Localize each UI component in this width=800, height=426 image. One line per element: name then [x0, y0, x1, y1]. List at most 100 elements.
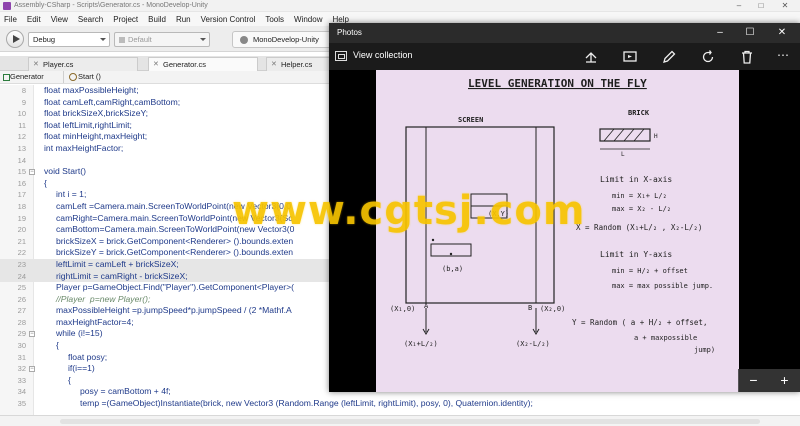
tab-generator[interactable]: ✕ Generator.cs [148, 57, 258, 71]
line-number: 16 [17, 178, 26, 188]
close-tab-icon[interactable]: ✕ [271, 58, 277, 71]
line-number: 28 [17, 317, 26, 327]
line-number: 12 [17, 132, 26, 142]
line-number: 14 [17, 155, 26, 165]
code-line[interactable]: 12 float minHeight,maxHeight; [0, 131, 330, 143]
code-line[interactable]: 18 camLeft =Camera.main.ScreenToWorldPoin… [0, 201, 330, 213]
menu-project[interactable]: Project [113, 15, 138, 24]
view-collection-button[interactable]: View collection [353, 50, 412, 60]
menu-run[interactable]: Run [176, 15, 191, 24]
minimize-icon[interactable]: – [730, 0, 748, 12]
breadcrumb-class[interactable]: Generator [2, 71, 64, 83]
share-icon[interactable] [583, 49, 599, 65]
line-number: 26 [17, 294, 26, 304]
tab-helper[interactable]: ✕ Helper.cs [266, 57, 330, 71]
menu-edit[interactable]: Edit [27, 15, 41, 24]
menu-tools[interactable]: Tools [265, 15, 284, 24]
code-line[interactable]: 9 float camLeft,camRight,camBottom; [0, 97, 330, 109]
brick-h-label: H [654, 133, 658, 140]
close-tab-icon[interactable]: ✕ [33, 58, 39, 71]
configuration-value: Debug [33, 35, 56, 44]
menu-build[interactable]: Build [148, 15, 166, 24]
close-tab-icon[interactable]: ✕ [153, 58, 159, 71]
code-line[interactable]: 23 leftLimit = camLeft + brickSizeX; [0, 258, 330, 271]
window-title: Assembly-CSharp - Scripts\Generator.cs -… [14, 2, 208, 9]
maximize-icon[interactable]: □ [752, 0, 770, 12]
code-text: while (i!=15) [56, 328, 103, 339]
tab-label: Helper.cs [281, 60, 313, 69]
platform-select[interactable]: Default [114, 32, 210, 47]
platform-icon [119, 37, 125, 44]
ba-label: (b,a) [442, 265, 463, 273]
code-text: brickSizeY = brick.GetComponent<Renderer… [56, 247, 294, 258]
code-text: int i = 1; [56, 189, 87, 200]
code-line[interactable]: 25 Player p=GameObject.Find("Player").Get… [0, 282, 330, 294]
line-number: 11 [18, 120, 26, 130]
close-icon[interactable]: ✕ [767, 23, 797, 43]
code-line[interactable]: 28 maxHeightFactor=4; [0, 317, 330, 329]
photo-viewer[interactable]: LEVEL GENERATION ON THE FLY SCREEN (X,Y)… [329, 70, 800, 392]
rotate-icon[interactable] [700, 49, 716, 65]
code-line[interactable]: 33 { [0, 375, 330, 387]
configuration-select[interactable]: Debug [28, 32, 110, 47]
code-line[interactable]: 20 camBottom=Camera.main.ScreenToWorldPoi… [0, 224, 330, 236]
fold-toggle-icon[interactable]: − [29, 169, 35, 176]
run-button[interactable] [6, 30, 24, 48]
code-line[interactable]: 13 int maxHeightFactor; [0, 143, 330, 155]
code-editor[interactable]: 8 float maxPossibleHeight; 9 float camLeft,… [0, 85, 533, 415]
code-line[interactable]: 26 //Player p=new Player(); [0, 294, 330, 306]
edit-icon[interactable] [661, 49, 677, 65]
minimize-icon[interactable]: – [705, 23, 735, 43]
code-line[interactable]: 16 { [0, 178, 330, 190]
code-line[interactable]: 27 maxPossibleHeight =p.jumpSpeed*p.jumpS… [0, 305, 330, 317]
code-line[interactable]: 35 temp =(GameObject)Instantiate(brick, n… [0, 398, 533, 410]
menu-file[interactable]: File [4, 15, 17, 24]
code-line[interactable]: 32− if(i==1) [0, 363, 330, 375]
fold-toggle-icon[interactable]: − [29, 366, 35, 373]
close-icon[interactable]: ✕ [776, 0, 794, 12]
brick-upper [470, 193, 508, 207]
line-number: 18 [17, 201, 26, 211]
menu-view[interactable]: View [51, 15, 68, 24]
code-text: { [56, 340, 59, 351]
tab-player[interactable]: ✕ Player.cs [28, 57, 138, 71]
photos-title: Photos [337, 28, 362, 37]
bl-label: (X₁+L/₂) [404, 340, 438, 348]
code-line[interactable]: 34 posy = camBottom + 4f; [0, 386, 330, 398]
photos-window: Photos – ☐ ✕ View collection ⋯ LEVEL GEN… [329, 23, 800, 392]
code-line[interactable]: 10 float brickSizeX,brickSizeY; [0, 108, 330, 120]
code-line[interactable]: 14 [0, 155, 330, 167]
random-y-cont: a + maxpossible [634, 334, 697, 342]
brick-label: BRICK [628, 109, 650, 117]
breadcrumb-method[interactable]: Start () [68, 71, 101, 83]
code-text: Player p=GameObject.Find("Player").GetCo… [56, 282, 294, 293]
line-number: 32 [17, 364, 26, 374]
line-number: 17 [17, 190, 26, 200]
code-line[interactable]: 8 float maxPossibleHeight; [0, 85, 330, 97]
code-text: float leftLimit,rightLimit; [44, 119, 132, 130]
code-line[interactable]: 21 brickSizeX = brick.GetComponent<Render… [0, 236, 330, 248]
menu-search[interactable]: Search [78, 15, 103, 24]
code-line[interactable]: 17 int i = 1; [0, 189, 330, 201]
code-line[interactable]: 31 float posy; [0, 352, 330, 364]
maximize-icon[interactable]: ☐ [735, 23, 765, 43]
slideshow-icon[interactable] [622, 49, 638, 65]
delete-icon[interactable] [739, 49, 755, 65]
fold-toggle-icon[interactable]: − [29, 331, 35, 338]
menu-window[interactable]: Window [294, 15, 322, 24]
code-line[interactable]: 24 rightLimit = camRight - brickSizeX; [0, 270, 330, 283]
code-line[interactable]: 30 { [0, 340, 330, 352]
code-line[interactable]: 11 float leftLimit,rightLimit; [0, 120, 330, 132]
code-line[interactable]: 29− while (i!=15) [0, 328, 330, 340]
code-text: if(i==1) [68, 363, 95, 374]
line-number: 25 [17, 283, 26, 293]
zoom-in-button[interactable]: + [769, 370, 800, 391]
line-number: 21 [17, 236, 26, 246]
code-line[interactable]: 15− void Start() [0, 166, 330, 178]
zoom-out-button[interactable]: − [738, 370, 769, 391]
code-line[interactable]: 22 brickSizeY = brick.GetComponent<Render… [0, 247, 330, 259]
menu-version-control[interactable]: Version Control [201, 15, 256, 24]
more-icon[interactable]: ⋯ [777, 49, 793, 65]
horizontal-scrollbar[interactable] [60, 419, 760, 424]
code-line[interactable]: 19 camRight=Camera.main.ScreenToWorldPoin… [0, 213, 330, 225]
